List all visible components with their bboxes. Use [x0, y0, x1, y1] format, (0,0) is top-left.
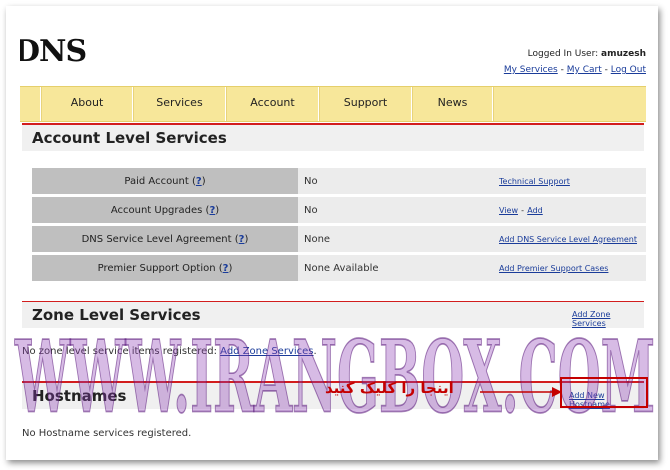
table-row: Premier Support Option (?) None Availabl… — [32, 255, 646, 281]
row-label: DNS Service Level Agreement (?) — [32, 226, 298, 252]
annotation-text: اینجا را کلیک کنید — [325, 379, 454, 397]
add-zone-services-link[interactable]: Add Zone Services — [572, 310, 646, 328]
row-label: Premier Support Option (?) — [32, 255, 298, 281]
zone-empty-suffix: . — [313, 346, 317, 357]
row-label-text: Premier Support Option — [97, 262, 216, 274]
my-cart-link[interactable]: My Cart — [567, 65, 602, 75]
annotation-highlight-box — [560, 377, 648, 408]
add-dns-sla-link[interactable]: Add DNS Service Level Agreement — [499, 235, 637, 244]
row-label: Paid Account (?) — [32, 168, 298, 194]
row-actions: Add Premier Support Cases — [495, 255, 646, 281]
site-logo[interactable]: DNS — [20, 34, 87, 69]
my-services-link[interactable]: My Services — [504, 65, 558, 75]
row-label-text: DNS Service Level Agreement — [81, 233, 232, 245]
zone-empty-text: No zone level service items registered: — [22, 346, 217, 357]
main-nav: About Services Account Support News — [20, 86, 646, 122]
row-value: No — [298, 197, 495, 223]
hostnames-empty-message: No Hostname services registered. — [22, 428, 192, 439]
table-row: DNS Service Level Agreement (?) None Add… — [32, 226, 646, 252]
add-zone-services-inline-link[interactable]: Add Zone Services — [220, 346, 313, 357]
nav-services[interactable]: Services — [133, 87, 226, 121]
row-value: None — [298, 226, 495, 252]
nav-support[interactable]: Support — [319, 87, 412, 121]
nav-spacer — [20, 87, 41, 121]
link-separator: - — [604, 65, 608, 75]
row-actions: Technical Support — [495, 168, 646, 194]
nav-news[interactable]: News — [412, 87, 493, 121]
add-upgrade-link[interactable]: Add — [527, 206, 543, 215]
account-links: My Services - My Cart - Log Out — [504, 62, 646, 78]
annotation-arrow-icon — [480, 387, 562, 397]
add-premier-support-link[interactable]: Add Premier Support Cases — [499, 264, 608, 273]
row-label-text: Account Upgrades — [110, 204, 203, 216]
help-link[interactable]: ? — [209, 205, 215, 216]
row-value: None Available — [298, 255, 495, 281]
row-label-text: Paid Account — [124, 175, 189, 187]
link-separator: - — [560, 65, 564, 75]
account-section-title: Account Level Services — [22, 125, 644, 151]
nav-about[interactable]: About — [41, 87, 133, 121]
help-link[interactable]: ? — [196, 176, 202, 187]
help-link[interactable]: ? — [239, 234, 245, 245]
row-actions: View - Add — [495, 197, 646, 223]
username: amuzesh — [601, 49, 646, 59]
technical-support-link[interactable]: Technical Support — [499, 177, 570, 186]
help-link[interactable]: ? — [223, 263, 229, 274]
row-actions: Add DNS Service Level Agreement — [495, 226, 646, 252]
log-out-link[interactable]: Log Out — [611, 65, 646, 75]
nav-filler — [493, 87, 646, 121]
row-label: Account Upgrades (?) — [32, 197, 298, 223]
login-label: Logged In User: — [527, 49, 599, 59]
zone-section-title: Zone Level Services — [22, 302, 644, 328]
zone-empty-message: No zone level service items registered: … — [22, 346, 317, 357]
login-panel: Logged In User: amuzesh My Services - My… — [504, 46, 646, 78]
nav-account[interactable]: Account — [226, 87, 319, 121]
view-upgrades-link[interactable]: View — [499, 206, 518, 215]
account-services-table: Paid Account (?) No Technical Support Ac… — [32, 165, 646, 284]
table-row: Paid Account (?) No Technical Support — [32, 168, 646, 194]
table-row: Account Upgrades (?) No View - Add — [32, 197, 646, 223]
row-value: No — [298, 168, 495, 194]
link-separator: - — [521, 205, 525, 215]
login-status: Logged In User: amuzesh — [504, 46, 646, 62]
